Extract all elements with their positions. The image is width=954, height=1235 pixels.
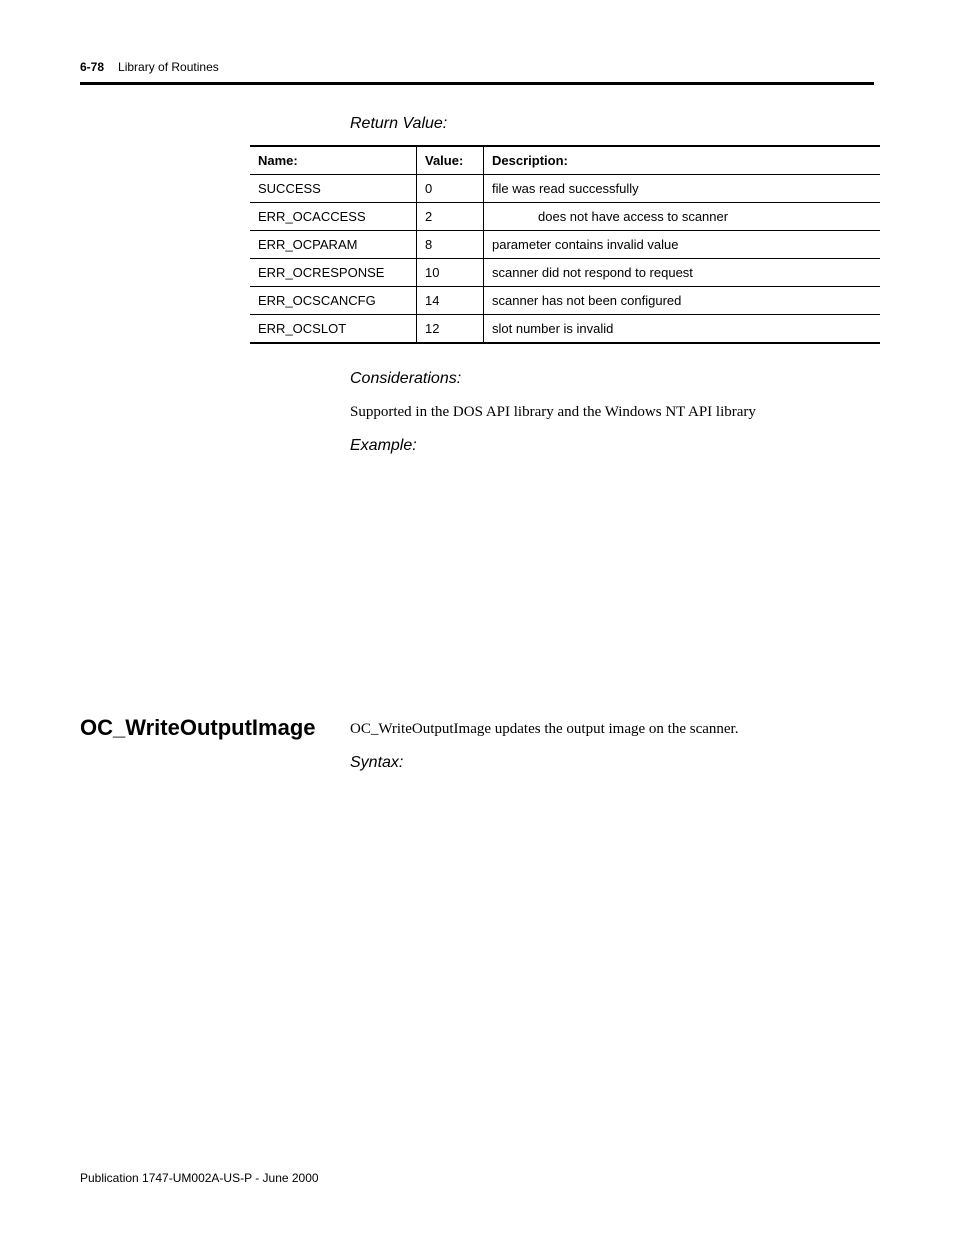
page-header: 6-78 Library of Routines <box>80 60 874 74</box>
chapter-name: Library of Routines <box>118 60 219 74</box>
cell-name: ERR_OCRESPONSE <box>250 259 417 287</box>
table-row: SUCCESS 0 file was read successfully <box>250 175 880 203</box>
cell-value: 12 <box>417 315 484 344</box>
cell-desc: slot number is invalid <box>484 315 881 344</box>
cell-desc: parameter contains invalid value <box>484 231 881 259</box>
section-body-text: OC_WriteOutputImage updates the output i… <box>350 719 874 740</box>
cell-value: 10 <box>417 259 484 287</box>
col-header-desc: Description: <box>484 146 881 175</box>
cell-value: 8 <box>417 231 484 259</box>
example-heading: Example: <box>350 437 874 455</box>
table-row: ERR_OCPARAM 8 parameter contains invalid… <box>250 231 880 259</box>
cell-value: 0 <box>417 175 484 203</box>
page-footer: Publication 1747-UM002A-US-P - June 2000 <box>80 1171 319 1185</box>
header-rule <box>80 82 874 85</box>
cell-desc: scanner did not respond to request <box>484 259 881 287</box>
cell-value: 2 <box>417 203 484 231</box>
col-header-name: Name: <box>250 146 417 175</box>
table-row: ERR_OCSLOT 12 slot number is invalid <box>250 315 880 344</box>
cell-desc: file was read successfully <box>484 175 881 203</box>
cell-value: 14 <box>417 287 484 315</box>
cell-name: ERR_OCACCESS <box>250 203 417 231</box>
table-row: ERR_OCRESPONSE 10 scanner did not respon… <box>250 259 880 287</box>
cell-name: ERR_OCSCANCFG <box>250 287 417 315</box>
considerations-heading: Considerations: <box>350 370 874 388</box>
return-value-heading: Return Value: <box>350 115 874 133</box>
table-row: ERR_OCSCANCFG 14 scanner has not been co… <box>250 287 880 315</box>
section-title: OC_WriteOutputImage <box>80 715 350 741</box>
cell-desc: scanner has not been configured <box>484 287 881 315</box>
considerations-body: Supported in the DOS API library and the… <box>350 402 874 423</box>
cell-name: ERR_OCSLOT <box>250 315 417 344</box>
cell-desc: does not have access to scanner <box>484 203 881 231</box>
cell-name: ERR_OCPARAM <box>250 231 417 259</box>
table-header-row: Name: Value: Description: <box>250 146 880 175</box>
cell-name: SUCCESS <box>250 175 417 203</box>
table-row: ERR_OCACCESS 2 does not have access to s… <box>250 203 880 231</box>
syntax-heading: Syntax: <box>350 754 874 772</box>
return-value-table: Name: Value: Description: SUCCESS 0 file… <box>250 145 880 344</box>
col-header-value: Value: <box>417 146 484 175</box>
page-number: 6-78 <box>80 60 104 74</box>
